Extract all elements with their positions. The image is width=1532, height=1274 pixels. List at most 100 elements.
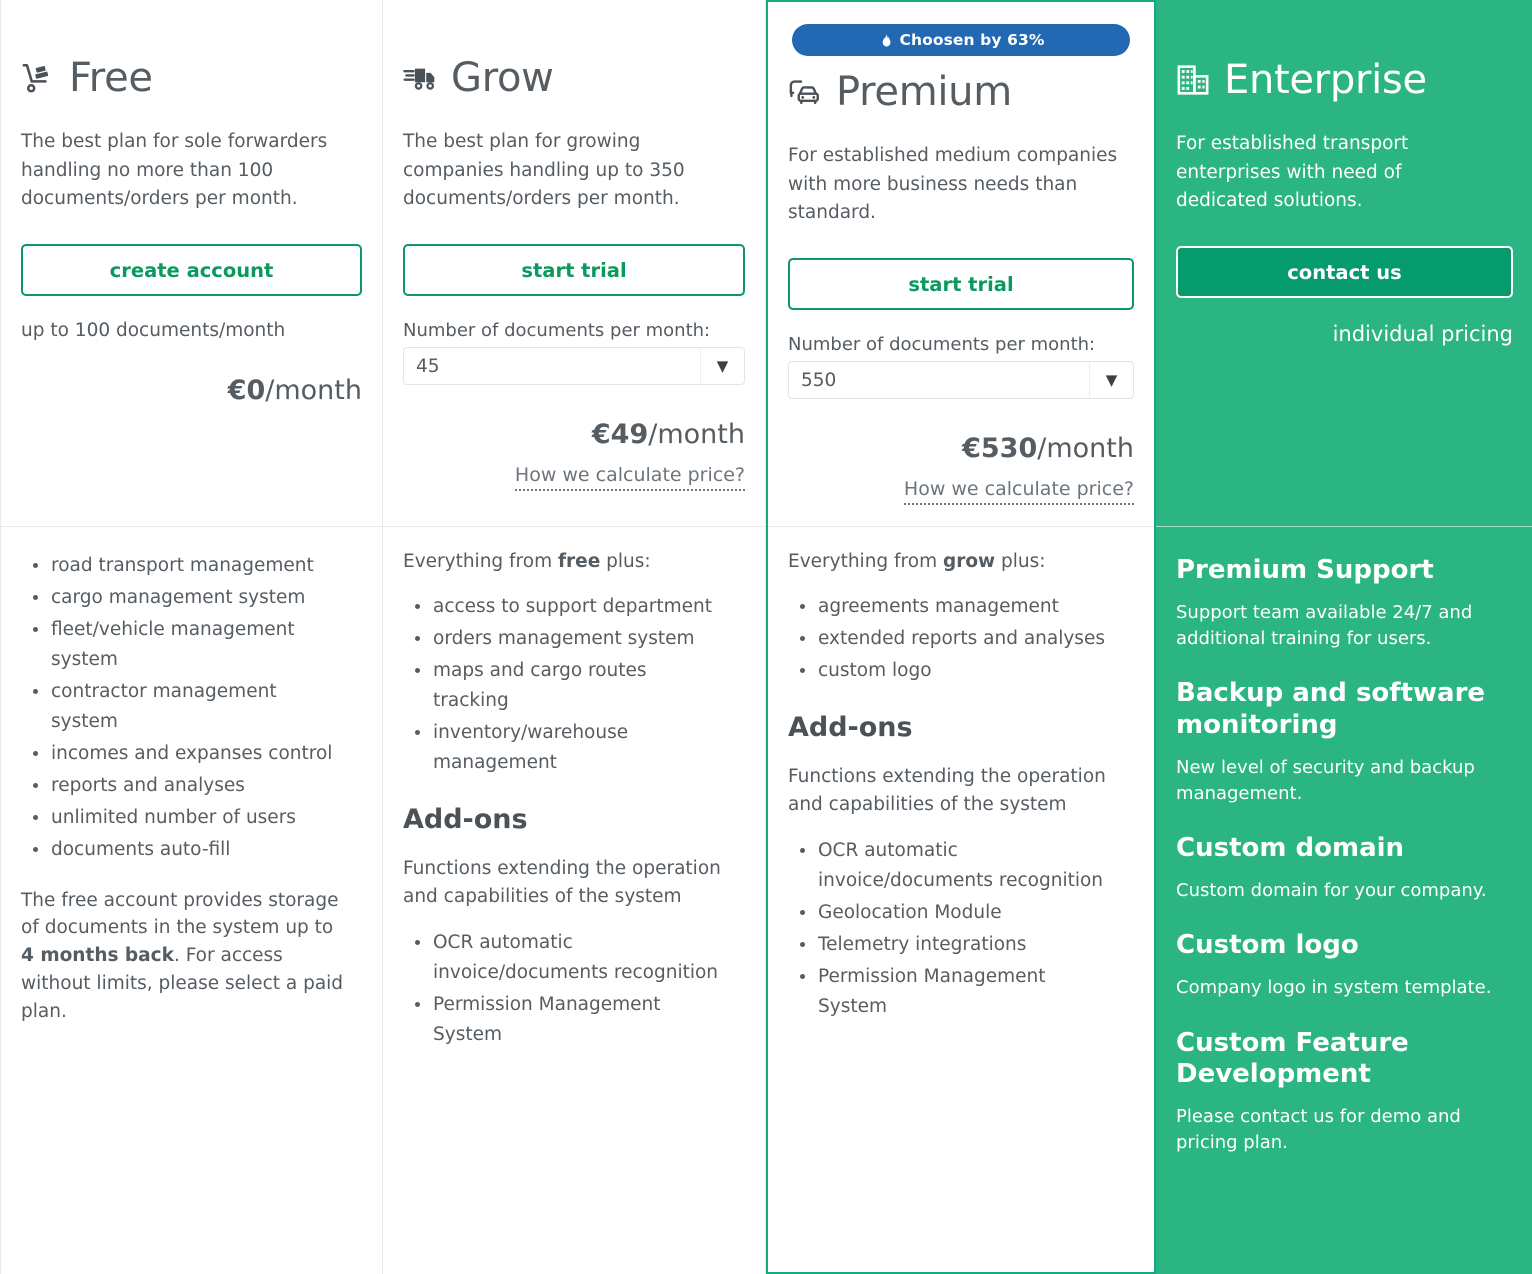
list-item: OCR automatic invoice/documents recognit…	[407, 928, 727, 988]
plan-title-grow: Grow	[403, 58, 745, 98]
list-item: custom logo	[792, 656, 1112, 686]
plan-price: €530/month	[788, 433, 1134, 464]
pricing-plans-grid: Free The best plan for sole forwarders h…	[0, 0, 1532, 1274]
plan-footnote: The free account provides storage of doc…	[21, 887, 351, 1026]
plan-name: Enterprise	[1224, 57, 1427, 103]
price-amount: €0	[227, 375, 266, 407]
plan-card-free: Free The best plan for sole forwarders h…	[0, 0, 383, 1274]
price-period: /month	[1037, 433, 1134, 465]
plan-name: Premium	[836, 69, 1012, 115]
feature-text: New level of security and backup managem…	[1176, 756, 1475, 804]
plan-head-enterprise: Enterprise For established transport ent…	[1156, 0, 1532, 527]
intro-suffix: plus:	[600, 551, 651, 572]
plan-description: The best plan for growing companies hand…	[403, 131, 685, 210]
footnote-part1: The free account provides storage of doc…	[21, 889, 339, 939]
feature-heading: Backup and software monitoring	[1176, 678, 1486, 740]
list-item: Telemetry integrations	[792, 930, 1112, 960]
list-item: incomes and expanses control	[25, 739, 345, 769]
enterprise-feature-block: Custom logo Company logo in system templ…	[1176, 930, 1513, 1001]
plan-name: Free	[69, 55, 153, 101]
documents-per-month-select[interactable]: 550 ▼	[788, 361, 1134, 400]
individual-pricing-note: individual pricing	[1332, 322, 1513, 347]
documents-per-month-select[interactable]: 45 ▼	[403, 347, 745, 386]
intro-prefix: Everything from	[788, 551, 943, 572]
start-trial-button[interactable]: start trial	[788, 258, 1134, 311]
list-item: agreements management	[792, 592, 1112, 622]
addons-list: OCR automatic invoice/documents recognit…	[792, 836, 1134, 1022]
enterprise-feature-block: Backup and software monitoring New level…	[1176, 678, 1513, 807]
feature-list: road transport management cargo manageme…	[25, 551, 362, 865]
building-icon	[1177, 65, 1209, 95]
list-item: Geolocation Module	[792, 898, 1112, 928]
list-item: orders management system	[407, 624, 727, 654]
contact-us-button[interactable]: contact us	[1176, 246, 1513, 299]
list-item: Permission Management System	[407, 990, 727, 1050]
list-item: inventory/warehouse management	[407, 718, 727, 778]
hand-truck-icon	[22, 63, 49, 93]
price-period: /month	[265, 375, 362, 407]
feature-list: agreements management extended reports a…	[792, 592, 1134, 686]
plan-card-premium: Choosen by 63% Premium For established m…	[766, 0, 1156, 1274]
feature-heading: Custom domain	[1176, 832, 1405, 863]
plan-head-free: Free The best plan for sole forwarders h…	[1, 0, 382, 527]
addons-heading: Add-ons	[788, 711, 913, 743]
intro-suffix: plus:	[995, 551, 1046, 572]
feature-text: Support team available 24/7 and addition…	[1176, 602, 1473, 650]
plan-title-enterprise: Enterprise	[1176, 60, 1513, 100]
plan-head-premium: Choosen by 63% Premium For established m…	[768, 2, 1154, 527]
create-account-button[interactable]: create account	[21, 244, 362, 297]
chevron-down-icon[interactable]: ▼	[700, 348, 744, 385]
chevron-down-icon[interactable]: ▼	[1089, 362, 1133, 399]
delivery-truck-icon	[403, 68, 435, 90]
calc-link-text[interactable]: How we calculate price?	[903, 478, 1134, 506]
plan-description: For established medium companies with mo…	[788, 145, 1118, 224]
feature-text: Custom domain for your company.	[1176, 880, 1487, 902]
list-item: fleet/vehicle management system	[25, 615, 345, 675]
list-item: OCR automatic invoice/documents recognit…	[792, 836, 1112, 896]
plan-body-grow: Everything from free plus: access to sup…	[383, 527, 765, 1052]
addons-list: OCR automatic invoice/documents recognit…	[407, 928, 745, 1050]
enterprise-feature-block: Premium Support Support team available 2…	[1176, 555, 1513, 652]
list-item: cargo management system	[25, 583, 345, 613]
intro-prefix: Everything from	[403, 551, 558, 572]
feature-heading: Custom Feature Development	[1176, 1027, 1409, 1089]
list-item: reports and analyses	[25, 771, 345, 801]
plan-intro: Everything from grow plus:	[788, 551, 1134, 572]
list-item: unlimited number of users	[25, 803, 345, 833]
list-item: Permission Management System	[792, 962, 1112, 1022]
list-item: road transport management	[25, 551, 345, 581]
badge-text: Choosen by 63%	[899, 31, 1045, 49]
feature-text: Please contact us for demo and pricing p…	[1176, 1105, 1461, 1153]
intro-plan-ref: free	[557, 551, 601, 572]
plan-body-enterprise: Premium Support Support team available 2…	[1156, 527, 1532, 1182]
list-item: access to support department	[407, 592, 727, 622]
select-value: 45	[416, 355, 440, 377]
plan-card-enterprise: Enterprise For established transport ent…	[1156, 0, 1532, 1274]
plan-description: The best plan for sole forwarders handli…	[21, 131, 328, 210]
documents-select-label: Number of documents per month:	[403, 320, 711, 342]
how-we-calculate-price-link[interactable]: How we calculate price?	[403, 464, 745, 492]
start-trial-button[interactable]: start trial	[403, 244, 745, 297]
plan-price: €0/month	[21, 375, 362, 406]
feature-heading: Premium Support	[1176, 555, 1434, 585]
price-amount: €49	[591, 419, 649, 451]
plan-price: €49/month	[403, 419, 745, 450]
plan-description: For established transport enterprises wi…	[1176, 133, 1409, 212]
plan-intro: Everything from free plus:	[403, 551, 745, 572]
select-value: 550	[801, 369, 837, 391]
list-item: extended reports and analyses	[792, 624, 1112, 654]
feature-list: access to support department orders mana…	[407, 592, 745, 778]
how-we-calculate-price-link[interactable]: How we calculate price?	[788, 478, 1134, 506]
list-item: documents auto-fill	[25, 835, 345, 865]
enterprise-feature-block: Custom domain Custom domain for your com…	[1176, 833, 1513, 904]
plan-card-grow: Grow The best plan for growing companies…	[383, 0, 766, 1274]
enterprise-feature-block: Custom Feature Development Please contac…	[1176, 1028, 1513, 1157]
list-item: contractor management system	[25, 677, 345, 737]
addons-subtitle: Functions extending the operation and ca…	[788, 765, 1106, 815]
vehicles-fleet-icon	[789, 80, 819, 105]
feature-text: Company logo in system template.	[1176, 977, 1492, 999]
footnote-highlight: 4 months back	[21, 945, 174, 967]
addons-subtitle: Functions extending the operation and ca…	[403, 857, 721, 907]
calc-link-text[interactable]: How we calculate price?	[514, 464, 745, 492]
price-amount: €530	[962, 433, 1038, 465]
